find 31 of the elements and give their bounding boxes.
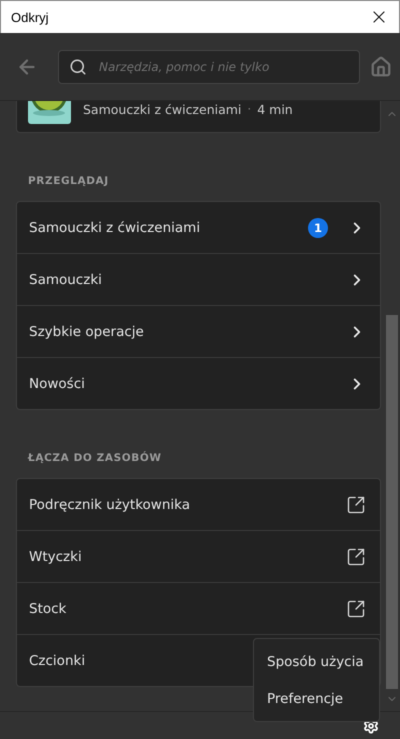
scrollbar-thumb[interactable]	[386, 315, 398, 689]
list-item[interactable]: Stock	[17, 582, 380, 634]
search-icon	[69, 58, 87, 76]
section-heading: PRZEGLĄDAJ	[28, 175, 110, 187]
external-link-icon	[346, 546, 366, 566]
item-label: Szybkie operacje	[29, 324, 144, 340]
search-field[interactable]: Narzędzia, pomoc i nie tylko	[58, 50, 360, 84]
list-item[interactable]: Samouczki z ćwiczeniami 1	[17, 202, 380, 253]
separator-dot: ·	[247, 102, 252, 116]
item-label: Stock	[29, 600, 66, 616]
external-link-icon	[346, 598, 366, 618]
home-button[interactable]	[370, 56, 392, 78]
list-item[interactable]: Szybkie operacje	[17, 305, 380, 357]
section-heading: ŁĄCZA DO ZASOBÓW	[28, 452, 163, 464]
item-label: Nowości	[29, 376, 85, 392]
item-label: Czcionki	[29, 652, 86, 668]
list-item[interactable]: Nowości	[17, 357, 380, 409]
item-label: Samouczki	[29, 272, 102, 288]
menu-item[interactable]: Sposób użycia	[254, 643, 379, 680]
item-label: Podręcznik użytkownika	[29, 496, 190, 512]
external-link-icon	[346, 494, 366, 514]
list-item[interactable]: Wtyczki	[17, 530, 380, 582]
tutorial-category: Samouczki z ćwiczeniami	[83, 102, 242, 116]
tutorial-card[interactable]: Samouczki z ćwiczeniami · 4 min	[16, 101, 381, 133]
tutorial-duration: 4 min	[257, 102, 293, 116]
list-item[interactable]: Podręcznik użytkownika	[17, 479, 380, 530]
list-item[interactable]: Samouczki	[17, 253, 380, 305]
count-badge: 1	[308, 218, 328, 238]
item-label: Wtyczki	[29, 548, 82, 564]
item-label: Samouczki z ćwiczeniami	[29, 220, 200, 236]
window-title: Odkryj	[11, 10, 49, 24]
